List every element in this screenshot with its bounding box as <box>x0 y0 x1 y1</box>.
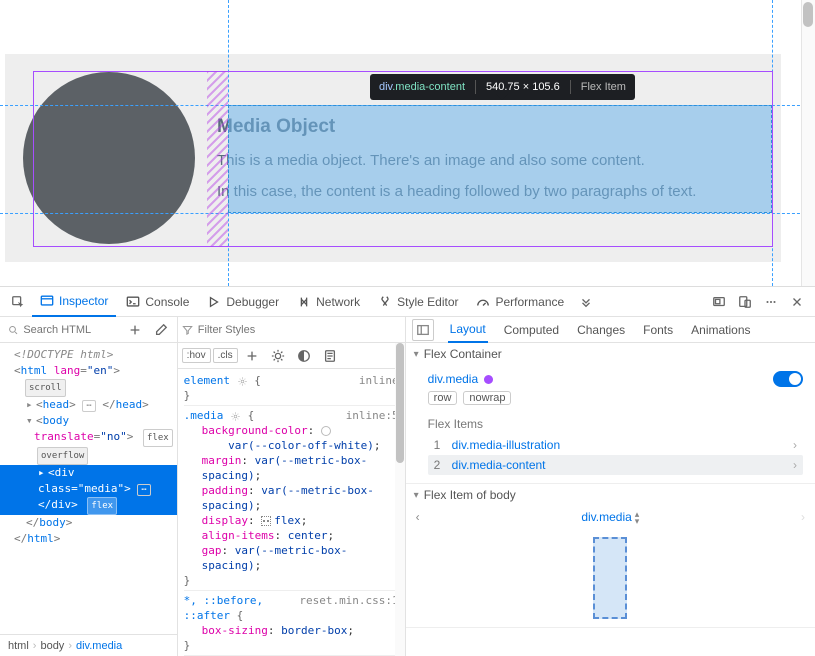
rules-panel: :hov .cls element {inline } .media {inli… <box>178 317 406 656</box>
sidebar-toggle-icon[interactable] <box>412 319 434 341</box>
kebab-menu-icon[interactable] <box>759 290 783 314</box>
media-heading: Media Object <box>217 116 763 138</box>
toolbar-overflow-icon[interactable] <box>574 290 598 314</box>
devtools-toolbar: Inspector Console Debugger Network Style… <box>0 287 815 317</box>
flex-direction-pill: row <box>428 391 458 405</box>
flex-item-1[interactable]: 1div.media-illustration› <box>428 435 803 455</box>
subtab-changes[interactable]: Changes <box>575 317 627 343</box>
eyedropper-icon[interactable] <box>149 318 173 342</box>
viewport-scrollbar[interactable] <box>801 0 815 286</box>
flex-item-next[interactable]: › <box>801 510 805 524</box>
flex-items-heading: Flex Items <box>428 417 803 431</box>
scroll-badge[interactable]: scroll <box>25 379 66 397</box>
subtab-animations[interactable]: Animations <box>689 317 752 343</box>
tab-style-editor[interactable]: Style Editor <box>370 287 466 317</box>
page-viewport: Media Object This is a media object. The… <box>0 0 815 286</box>
rules-scrollbar[interactable] <box>395 343 405 656</box>
tab-debugger[interactable]: Debugger <box>199 287 287 317</box>
media-object: Media Object This is a media object. The… <box>5 54 781 262</box>
media-content: Media Object This is a media object. The… <box>217 116 763 200</box>
flex-wrap-pill: nowrap <box>463 391 511 405</box>
ellipsis-icon[interactable]: ⋯ <box>137 484 150 496</box>
subtab-computed[interactable]: Computed <box>502 317 561 343</box>
tree-selected-node[interactable]: ▸<div <box>0 465 177 481</box>
media-paragraph-2: In this case, the content is a heading f… <box>217 183 763 200</box>
new-rule-icon[interactable] <box>240 344 264 368</box>
tab-console[interactable]: Console <box>118 287 197 317</box>
color-swatch-icon[interactable] <box>321 426 331 436</box>
media-illustration-circle <box>23 72 195 244</box>
search-html-input[interactable] <box>23 324 116 336</box>
flex-item-of-body-header[interactable]: ▾Flex Item of body <box>406 484 815 506</box>
flex-item-current[interactable]: div.media <box>581 510 631 524</box>
pseudo-hov-button[interactable]: :hov <box>182 348 211 363</box>
css-rules[interactable]: element {inline } .media {inline:5 backg… <box>178 369 405 656</box>
toggle-cls-button[interactable]: .cls <box>213 348 238 363</box>
pick-element-icon[interactable] <box>6 290 30 314</box>
breadcrumb[interactable]: html› body› div.media <box>0 634 177 656</box>
markup-panel: <!DOCTYPE html> <html lang="en"> scroll … <box>0 317 178 656</box>
responsive-mode-icon[interactable] <box>733 290 757 314</box>
print-media-icon[interactable] <box>318 344 342 368</box>
iframe-picker-icon[interactable] <box>707 290 731 314</box>
light-scheme-icon[interactable] <box>266 344 290 368</box>
overlay-toggle[interactable] <box>773 371 803 387</box>
media-paragraph-1: This is a media object. There's an image… <box>217 152 763 169</box>
flex-item-diagram <box>406 529 815 627</box>
ellipsis-icon[interactable]: ⋯ <box>82 400 95 412</box>
flex-badge[interactable]: flex <box>87 497 117 515</box>
subtab-layout[interactable]: Layout <box>448 317 488 343</box>
overflow-badge[interactable]: overflow <box>37 447 88 465</box>
overlay-color-swatch[interactable] <box>484 375 493 384</box>
flex-swatch-icon[interactable] <box>261 516 271 526</box>
flex-badge[interactable]: flex <box>143 429 173 447</box>
close-devtools-icon[interactable] <box>785 290 809 314</box>
dark-scheme-icon[interactable] <box>292 344 316 368</box>
dom-tree[interactable]: <!DOCTYPE html> <html lang="en"> scroll … <box>0 343 177 634</box>
tab-performance[interactable]: Performance <box>468 287 572 317</box>
devtools-panel: Inspector Console Debugger Network Style… <box>0 286 815 656</box>
tab-network[interactable]: Network <box>289 287 368 317</box>
flex-container-header[interactable]: ▾Flex Container <box>406 343 815 365</box>
layout-panel: Layout Computed Changes Fonts Animations… <box>406 317 815 656</box>
subtab-fonts[interactable]: Fonts <box>641 317 675 343</box>
tab-inspector[interactable]: Inspector <box>32 287 116 317</box>
flex-item-2[interactable]: 2div.media-content› <box>428 455 803 475</box>
add-node-icon[interactable] <box>123 318 147 342</box>
filter-styles[interactable] <box>182 324 401 336</box>
filter-styles-input[interactable] <box>198 324 401 336</box>
flex-container-selector[interactable]: div.media <box>428 372 478 386</box>
search-html[interactable] <box>4 324 121 336</box>
